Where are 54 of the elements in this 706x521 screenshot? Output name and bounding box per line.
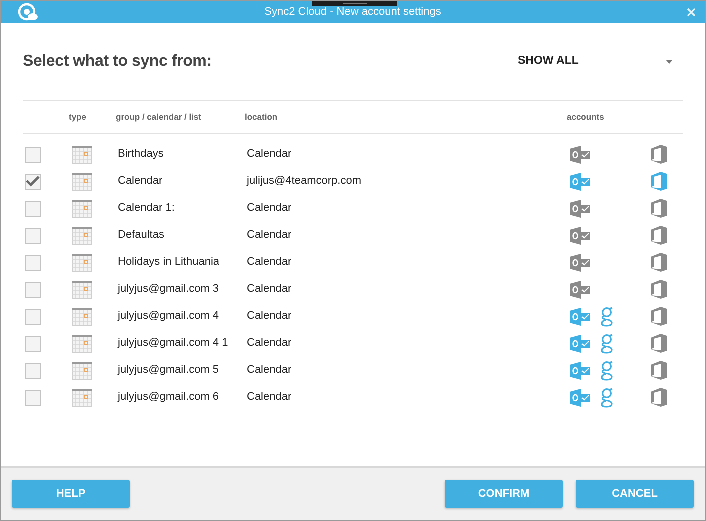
table-cell-text: Calendar [247, 363, 293, 378]
close-icon[interactable] [687, 8, 696, 16]
checkbox[interactable] [25, 200, 41, 216]
cancel-button[interactable]: CANCEL [576, 480, 694, 508]
calendar-icon [72, 172, 92, 190]
checkbox[interactable] [25, 390, 41, 406]
table-cell-text: Calendar [247, 147, 293, 162]
table-cell-text: Birthdays [118, 147, 165, 162]
table-cell-text: Calendar 1: [118, 201, 176, 216]
table-cell-text: Calendar [247, 201, 293, 216]
table-cell-text: Calendar [247, 336, 293, 352]
checkbox[interactable] [25, 174, 41, 190]
table-cell-text: julyjus@gmail.com 3 [118, 282, 220, 298]
checkbox[interactable] [25, 362, 41, 378]
table-cell-text: julijus@4teamcorp.com [247, 174, 362, 190]
app-logo-icon [18, 3, 38, 21]
help-button[interactable]: HELP [12, 480, 130, 508]
confirm-button[interactable]: CONFIRM [445, 480, 563, 508]
window-title: Sync2 Cloud - New account settings [264, 7, 442, 18]
column-header: group / calendar / list [116, 110, 202, 124]
column-header: accounts [567, 110, 604, 124]
table-cell-text: Calendar [118, 174, 164, 190]
checkbox[interactable] [25, 336, 41, 352]
table-cell-text: Calendar [247, 282, 293, 298]
table-cell-text: Holidays in Lithuania [118, 255, 221, 270]
calendar-icon [72, 254, 92, 272]
checkbox[interactable] [25, 254, 41, 270]
table-cell-text: julyjus@gmail.com 6 [118, 390, 220, 406]
calendar-icon [72, 226, 92, 244]
calendar-icon [72, 146, 92, 164]
checkmark-icon [26, 176, 40, 187]
column-header: location [245, 110, 279, 124]
table-cell-text: Calendar [247, 309, 293, 324]
filter-dropdown[interactable]: SHOW ALL [518, 52, 673, 70]
caret-icon [666, 60, 673, 64]
table-cell-text: Calendar [247, 255, 293, 270]
calendar-icon [72, 334, 92, 352]
calendar-icon [72, 388, 92, 406]
calendar-icon [72, 362, 92, 380]
table-cell-text: julyjus@gmail.com 4 [118, 309, 220, 324]
calendar-icon [72, 280, 92, 298]
table-cell-text: Calendar [247, 228, 293, 244]
table-cell-text: julyjus@gmail.com 5 [118, 363, 220, 378]
checkbox[interactable] [25, 308, 41, 324]
table-cell-text: Defaultas [118, 228, 166, 244]
checkbox[interactable] [25, 282, 41, 298]
table-cell-text: Calendar [247, 390, 293, 406]
checkbox[interactable] [25, 228, 41, 244]
page-heading: Select what to sync from: [23, 52, 212, 72]
calendar-icon [72, 308, 92, 326]
checkbox[interactable] [25, 146, 41, 162]
column-header: type [69, 110, 88, 124]
calendar-icon [72, 200, 92, 218]
table-cell-text: julyjus@gmail.com 4 1 [118, 336, 230, 352]
